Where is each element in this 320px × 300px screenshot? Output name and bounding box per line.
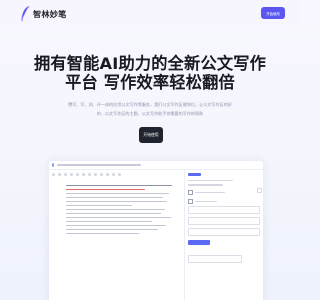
- brand-name: 智林妙笔: [33, 8, 67, 19]
- checkbox-icon: [257, 188, 262, 193]
- preview-field: [188, 205, 260, 214]
- preview-tab-indicator: [188, 173, 201, 176]
- preview-primary-button: [188, 239, 210, 245]
- start-button-hero[interactable]: 开始使用: [139, 127, 163, 143]
- preview-toolbar: [52, 173, 182, 177]
- preview-document-body: [66, 185, 176, 237]
- hero-description: 撰写、写、润、评一体的应用公文写作等服务，我们公文写作区做到位。让公文写作区的好…: [68, 102, 232, 116]
- document-icon: [52, 163, 54, 167]
- hero-title-line-1: 拥有智能AI助力的全新公文写作: [34, 54, 266, 73]
- preview-side-panel: [188, 173, 260, 266]
- preview-field: [188, 227, 260, 236]
- editor-preview-screenshot: [49, 161, 263, 300]
- preview-divider: [184, 170, 185, 300]
- hero-title-line-2: 平台 写作效率轻松翻倍: [65, 73, 235, 92]
- preview-field: [188, 216, 260, 225]
- preview-window-bar: [49, 161, 263, 170]
- preview-field: [188, 254, 242, 263]
- top-navigation-bar: 智林妙笔 开始使用: [0, 0, 300, 28]
- start-button-header[interactable]: 开始使用: [261, 7, 285, 19]
- preview-title-placeholder: [57, 164, 141, 166]
- brand-logo[interactable]: 智林妙笔: [20, 5, 67, 22]
- feather-pen-icon: [20, 5, 30, 22]
